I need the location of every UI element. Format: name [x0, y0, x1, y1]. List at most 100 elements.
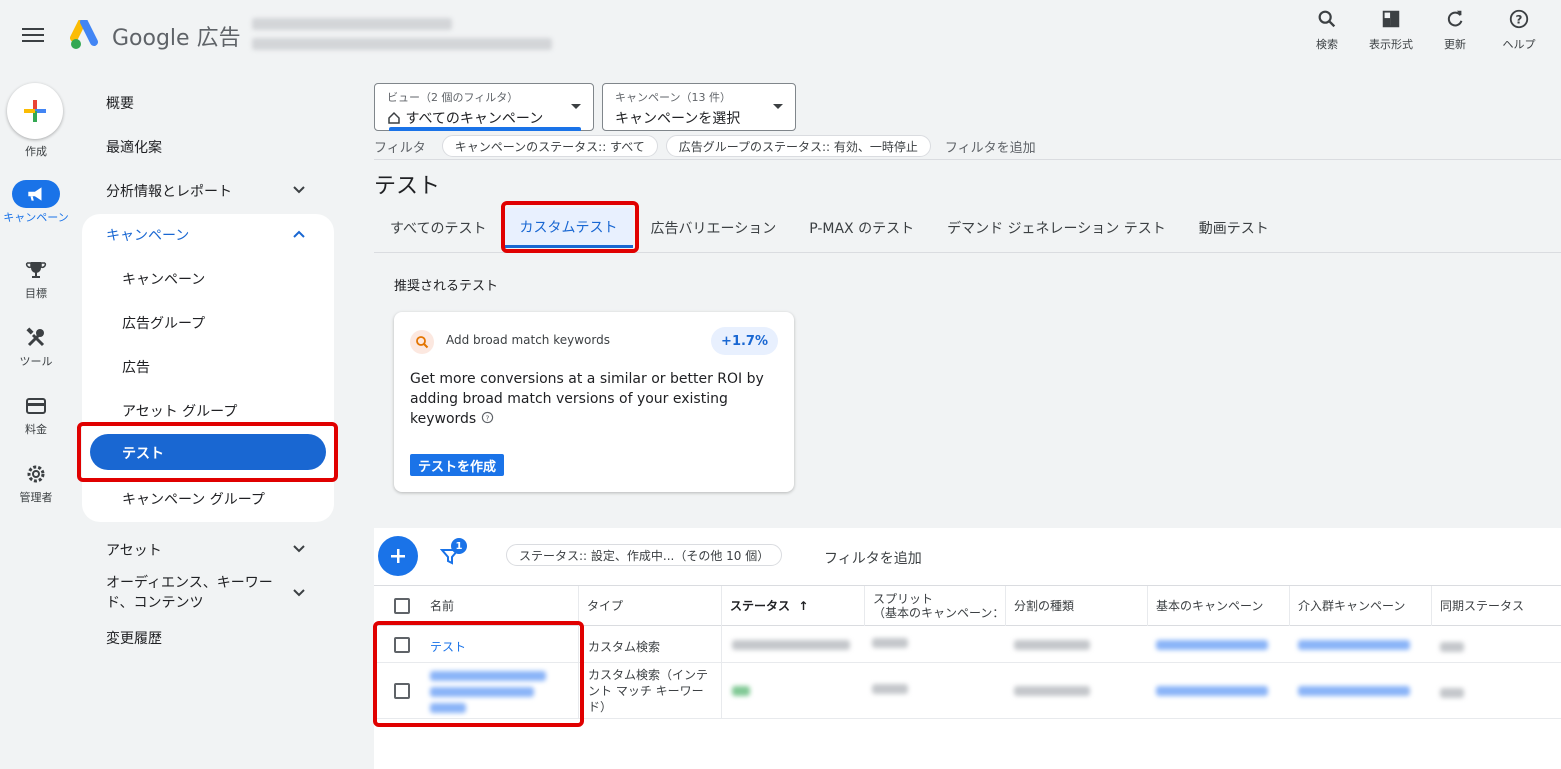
filter-chip-adgroup-status[interactable]: 広告グループのステータス:: 有効、一時停止: [665, 135, 931, 157]
sidebar-sub-ads[interactable]: 広告: [122, 357, 150, 377]
sidebar-item-overview[interactable]: 概要: [106, 93, 134, 113]
megaphone-icon: [28, 187, 42, 201]
rail-create-label: 作成: [25, 145, 47, 158]
filter-row: フィルタ キャンペーンのステータス:: すべて 広告グループのステータス:: 有…: [374, 134, 1036, 158]
split-type-blurred: [1014, 686, 1090, 696]
recommendation-card: Add broad match keywords +1.7% Get more …: [394, 312, 794, 492]
home-icon: [388, 111, 400, 124]
col-name[interactable]: 名前: [422, 586, 578, 626]
sidebar-item-audiences[interactable]: オーディエンス、キーワー ド、コンテンツ: [106, 573, 273, 613]
search-action[interactable]: 検索: [1295, 8, 1359, 52]
menu-icon[interactable]: [22, 24, 44, 46]
status-filter-chip[interactable]: ステータス:: 設定、作成中...（その他 10 個）: [506, 544, 783, 566]
filter-count-badge: 1: [451, 538, 467, 554]
caret-down-icon: [773, 104, 783, 109]
tab-ad-variations[interactable]: 広告バリエーション: [634, 208, 792, 248]
test-type: カスタム検索: [588, 640, 661, 654]
gear-icon: [27, 465, 45, 483]
col-base-campaign[interactable]: 基本のキャンペーン: [1147, 586, 1289, 626]
recommended-title: 推奨されるテスト: [394, 279, 499, 294]
brand-title: Google 広告: [112, 26, 241, 51]
sidebar-sub-campaigns[interactable]: キャンペーン: [122, 269, 205, 289]
rail-billing[interactable]: 料金: [0, 395, 72, 437]
sidebar-item-change-history[interactable]: 変更履歴: [106, 628, 162, 648]
rail-goals[interactable]: 目標: [0, 259, 72, 301]
rail-tools[interactable]: ツール: [0, 327, 72, 369]
recommendation-heading: Add broad match keywords: [446, 333, 610, 347]
svg-text:?: ?: [1516, 13, 1523, 27]
tab-video-tests[interactable]: 動画テスト: [1183, 208, 1285, 248]
plus-icon: [24, 100, 46, 122]
tab-all-tests[interactable]: すべてのテスト: [374, 208, 502, 248]
appearance-icon: [1382, 10, 1400, 28]
sync-blurred: [1440, 688, 1464, 698]
recommendation-body: Get more conversions at a similar or bet…: [410, 371, 764, 427]
credit-card-icon: [26, 398, 46, 414]
search-icon: [410, 330, 434, 354]
refresh-action[interactable]: 更新: [1423, 8, 1487, 52]
account-name-blurred: [252, 18, 452, 30]
split-type-blurred: [1014, 640, 1090, 650]
top-bar: Google 広告 検索 表示形式 更新 ? ヘルプ: [0, 0, 1561, 72]
sidebar-item-recommendations[interactable]: 最適化案: [106, 137, 162, 157]
col-split[interactable]: スプリット （基本のキャンペーン：: [864, 586, 1005, 626]
help-circle-icon[interactable]: ?: [481, 411, 494, 424]
tab-pmax-tests[interactable]: P-MAX のテスト: [793, 208, 930, 248]
page-title: テスト: [374, 174, 441, 199]
sidebar-item-assets[interactable]: アセット: [106, 540, 162, 560]
tab-demand-gen-tests[interactable]: デマンド ジェネレーション テスト: [931, 208, 1182, 248]
col-trial-campaign[interactable]: 介入群キャンペーン: [1289, 586, 1431, 626]
filter-chip-campaign-status[interactable]: キャンペーンのステータス:: すべて: [441, 135, 658, 157]
svg-text:?: ?: [485, 413, 489, 422]
rail-admin[interactable]: 管理者: [0, 463, 72, 505]
account-id-blurred: [252, 38, 552, 50]
create-test-button[interactable]: テストを作成: [410, 454, 505, 476]
sidebar-item-insights[interactable]: 分析情報とレポート: [106, 181, 232, 201]
base-campaign-blurred[interactable]: [1156, 686, 1268, 696]
split-blurred: [872, 638, 908, 648]
add-filter-link[interactable]: フィルタを追加: [945, 137, 1036, 156]
highlight-box: [501, 201, 639, 253]
chevron-down-icon[interactable]: [290, 584, 308, 602]
col-type[interactable]: タイプ: [578, 586, 721, 626]
campaign-dropdown[interactable]: キャンペーン（13 件） キャンペーンを選択: [602, 83, 796, 131]
sidebar-sub-assetgroups[interactable]: アセット グループ: [122, 401, 237, 421]
split-blurred: [872, 684, 908, 694]
trial-campaign-blurred[interactable]: [1298, 686, 1410, 696]
col-split-type[interactable]: 分割の種類: [1005, 586, 1147, 626]
caret-down-icon: [571, 104, 581, 109]
chevron-down-icon[interactable]: [290, 540, 308, 558]
create-button[interactable]: [7, 83, 63, 139]
sort-arrow-icon: ↑: [798, 599, 809, 613]
status-blurred: [732, 640, 850, 650]
highlight-box: [373, 621, 584, 727]
col-sync-status[interactable]: 同期ステータス: [1431, 586, 1561, 626]
chevron-down-icon[interactable]: [290, 181, 308, 199]
base-campaign-blurred[interactable]: [1156, 640, 1268, 650]
appearance-action[interactable]: 表示形式: [1359, 8, 1423, 52]
chevron-up-icon[interactable]: [290, 225, 308, 243]
help-action[interactable]: ? ヘルプ: [1487, 8, 1551, 52]
view-dropdown[interactable]: ビュー（2 個のフィルタ） すべてのキャンペーン: [374, 83, 594, 131]
search-icon: [1318, 10, 1336, 28]
status-blurred: [732, 686, 750, 696]
col-status[interactable]: ステータス ↑: [721, 586, 864, 626]
table-header: 名前 タイプ ステータス ↑ スプリット （基本のキャンペーン： 分割の種類 基…: [374, 585, 1561, 626]
select-all-checkbox[interactable]: [394, 598, 410, 614]
add-test-button[interactable]: [378, 536, 418, 576]
sync-blurred: [1440, 642, 1464, 652]
rail-campaign[interactable]: キャンペーン: [0, 180, 72, 224]
help-icon: ?: [1509, 9, 1529, 29]
plus-icon: [391, 549, 405, 563]
trial-campaign-blurred[interactable]: [1298, 640, 1410, 650]
refresh-icon: [1447, 10, 1463, 27]
sidebar-sub-campaigngroups[interactable]: キャンペーン グループ: [122, 489, 265, 509]
google-ads-logo: [70, 20, 98, 49]
filter-label: フィルタ: [374, 140, 426, 156]
sidebar-sub-adgroups[interactable]: 広告グループ: [122, 313, 205, 333]
uplift-badge: +1.7%: [711, 327, 778, 355]
highlight-box: [77, 422, 338, 482]
trophy-icon: [25, 262, 47, 278]
table-add-filter-link[interactable]: フィルタを追加: [824, 548, 922, 568]
sidebar-item-campaigns[interactable]: キャンペーン: [106, 225, 189, 245]
